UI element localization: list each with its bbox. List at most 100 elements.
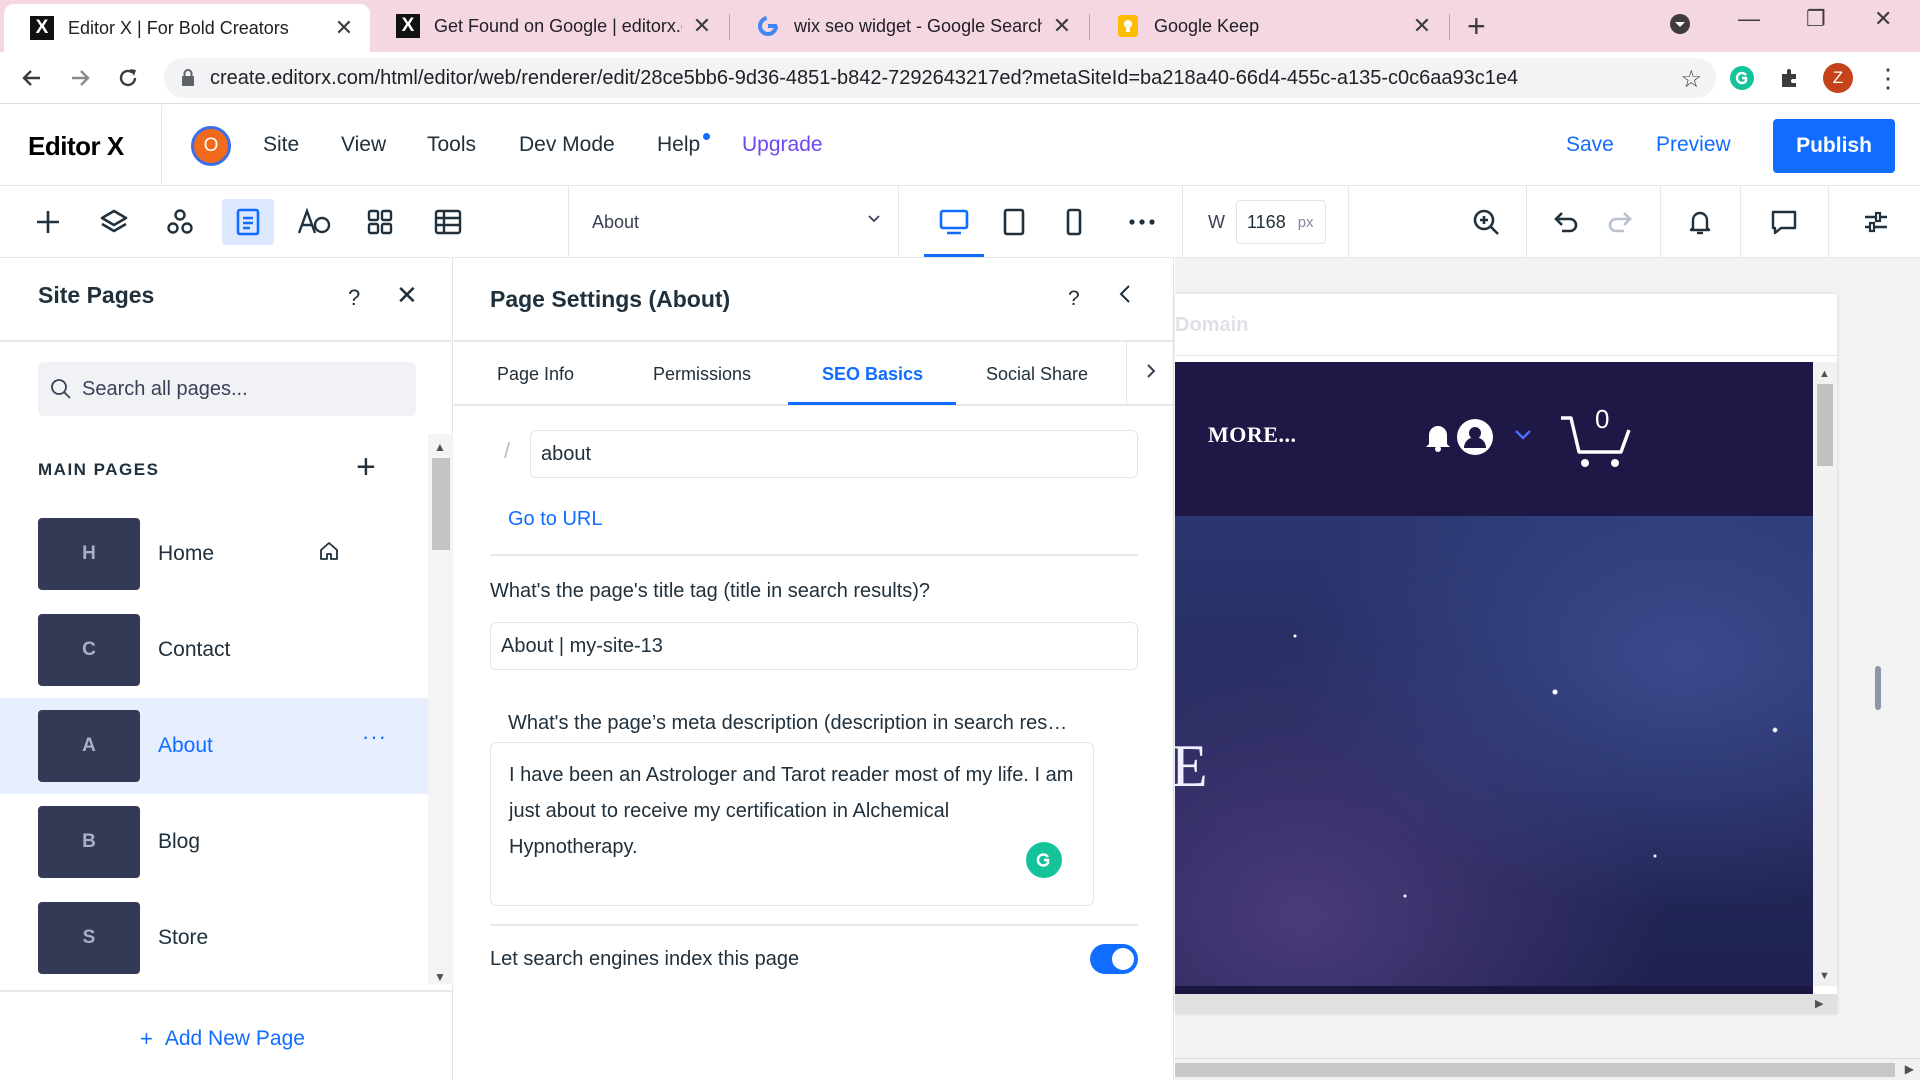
url-bar[interactable]: create.editorx.com/html/editor/web/rende… [164,58,1716,98]
forward-arrow-icon[interactable] [64,62,96,94]
menu-help[interactable]: Help [657,133,700,157]
publish-button[interactable]: Publish [1773,119,1895,173]
close-icon[interactable]: ✕ [396,280,418,311]
redo-icon[interactable] [1600,202,1640,242]
url-slash: / [504,438,511,463]
page-item-home[interactable]: H Home [0,506,428,602]
canvas-scrollbar-thumb[interactable] [1175,1063,1895,1077]
page-item-blog[interactable]: B Blog [0,794,428,890]
user-avatar-icon[interactable] [1456,418,1494,456]
page-selector-dropdown[interactable]: About [592,212,882,233]
width-unit: px [1297,213,1314,231]
site-scrollbar-thumb[interactable] [1817,384,1833,466]
tab-social-share[interactable]: Social Share [986,364,1088,385]
close-tab-icon[interactable]: ✕ [1050,13,1074,39]
back-arrow-icon[interactable] [16,62,48,94]
scroll-up-arrow-icon[interactable]: ▲ [434,440,446,454]
notifications-bell-icon[interactable] [1680,202,1720,242]
editor-top-bar: Editor X O Site View Tools Dev Mode Help… [0,105,1920,186]
browser-tab-google-keep[interactable]: Google Keep ✕ [1090,0,1448,52]
preview-button[interactable]: Preview [1656,133,1731,157]
mobile-view-icon[interactable] [1054,202,1094,242]
chevron-right-icon[interactable] [1144,360,1158,382]
search-input[interactable] [82,377,402,401]
browser-tab-get-found[interactable]: X Get Found on Google | editorx.cc ✕ [370,0,728,52]
close-tab-icon[interactable]: ✕ [332,15,356,41]
inspector-settings-icon[interactable] [1856,202,1896,242]
scroll-up-arrow-icon[interactable]: ▲ [1819,368,1830,380]
profile-avatar[interactable]: Z [1822,62,1854,94]
grammarly-extension-icon[interactable] [1726,62,1758,94]
desktop-view-icon[interactable] [934,202,974,242]
close-tab-icon[interactable]: ✕ [1410,13,1434,39]
zoom-icon[interactable] [1466,202,1506,242]
canvas-horizontal-scrollbar[interactable]: ▶ [1175,1058,1920,1080]
browser-tab-google-search[interactable]: wix seo widget - Google Search ✕ [730,0,1088,52]
scroll-down-arrow-icon[interactable]: ▼ [1819,970,1830,982]
comments-icon[interactable] [1764,202,1804,242]
scroll-down-arrow-icon[interactable]: ▼ [434,970,446,984]
url-slug-input[interactable] [530,430,1138,478]
upgrade-link[interactable]: Upgrade [742,133,823,157]
site-header[interactable]: MORE... 0 [1175,362,1813,516]
site-horizontal-scrollbar[interactable] [1175,994,1837,1014]
page-actions-menu-icon[interactable]: ··· [362,724,387,750]
chevron-left-icon[interactable] [1114,280,1136,308]
tab-divider [1449,14,1450,40]
add-new-page-button[interactable]: + Add New Page [140,1026,305,1052]
menu-dev-mode[interactable]: Dev Mode [519,133,615,157]
tab-permissions[interactable]: Permissions [653,364,751,385]
canvas-resize-handle[interactable] [1875,666,1881,710]
width-input[interactable]: 1168 px [1236,200,1326,244]
restore-window-icon[interactable]: ❐ [1806,6,1826,32]
help-icon[interactable]: ? [1068,287,1080,311]
add-page-plus-icon[interactable]: + [356,448,376,487]
scroll-right-arrow-icon[interactable]: ▶ [1815,997,1823,1010]
theme-typography-icon[interactable] [294,202,334,242]
close-window-icon[interactable]: ✕ [1874,6,1892,32]
minimize-window-icon[interactable]: — [1738,6,1760,32]
cms-table-icon[interactable] [428,202,468,242]
page-item-contact[interactable]: C Contact [0,602,428,698]
browser-tab-editor-x[interactable]: X Editor X | For Bold Creators ✕ [4,4,370,52]
extensions-puzzle-icon[interactable] [1774,62,1806,94]
help-icon[interactable]: ? [348,285,360,311]
more-breakpoints-icon[interactable] [1122,202,1162,242]
tablet-view-icon[interactable] [994,202,1034,242]
page-item-about[interactable]: A About ··· [0,698,428,794]
reload-icon[interactable] [112,62,144,94]
bell-icon[interactable] [1423,420,1453,452]
meta-description-textarea[interactable]: I have been an Astrologer and Tarot read… [490,742,1094,906]
scroll-right-arrow-icon[interactable]: ▶ [1905,1062,1914,1076]
tab-search-icon[interactable] [1668,12,1692,36]
layers-icon[interactable] [94,202,134,242]
save-button[interactable]: Save [1566,133,1614,157]
tab-seo-basics[interactable]: SEO Basics [822,364,923,385]
hero-starfield-image[interactable]: E [1171,516,1813,986]
menu-site[interactable]: Site [263,133,299,157]
chevron-down-icon[interactable] [1513,428,1533,442]
grammarly-icon[interactable] [1026,842,1062,878]
menu-view[interactable]: View [341,133,386,157]
tab-page-info[interactable]: Page Info [497,364,574,385]
components-icon[interactable] [160,202,200,242]
new-tab-button[interactable]: + [1467,8,1486,45]
url-text: create.editorx.com/html/editor/web/rende… [210,66,1519,89]
apps-grid-icon[interactable] [360,202,400,242]
title-tag-input[interactable] [490,622,1138,670]
site-avatar[interactable]: O [191,126,231,166]
page-item-store[interactable]: S Store [0,890,428,986]
pages-icon[interactable] [222,199,274,245]
nav-more-link[interactable]: MORE... [1208,422,1296,448]
page-name: Store [158,926,209,949]
menu-tools[interactable]: Tools [427,133,476,157]
add-elements-icon[interactable] [28,202,68,242]
go-to-url-link[interactable]: Go to URL [508,508,602,531]
bookmark-star-icon[interactable]: ☆ [1680,65,1702,94]
browser-tab-strip: X Editor X | For Bold Creators ✕ X Get F… [0,0,1920,52]
browser-menu-icon[interactable]: ⋮ [1872,62,1904,94]
index-page-toggle[interactable] [1090,944,1138,974]
undo-icon[interactable] [1546,202,1586,242]
pages-scrollbar-thumb[interactable] [432,458,450,550]
close-tab-icon[interactable]: ✕ [690,13,714,39]
